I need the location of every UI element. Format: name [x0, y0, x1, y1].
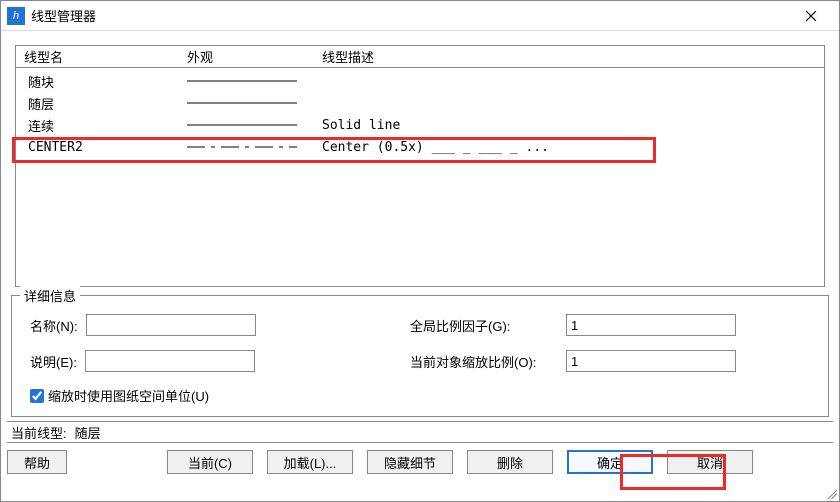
row-appearance [187, 98, 322, 108]
app-icon: h [7, 7, 25, 25]
hide-detail-button[interactable]: 隐藏细节 [367, 450, 453, 474]
details-group: 详细信息 名称(N): 全局比例因子(G): 说明(E): 当前对象缩放比例(O… [11, 295, 829, 417]
list-row[interactable]: 随层 [16, 92, 824, 114]
load-button[interactable]: 加载(L)... [267, 450, 353, 474]
global-scale-field[interactable] [566, 314, 736, 336]
row-appearance [187, 120, 322, 130]
close-button[interactable] [791, 2, 831, 30]
list-body: 随块 随层 连续 Solid line CENTER2 [16, 68, 824, 158]
close-icon [805, 10, 817, 22]
delete-button[interactable]: 删除 [467, 450, 553, 474]
header-desc[interactable]: 线型描述 [322, 47, 818, 66]
current-linetype-label: 当前线型: [11, 423, 67, 442]
use-paper-units-label: 缩放时使用图纸空间单位(U) [48, 386, 209, 405]
name-field[interactable] [86, 314, 256, 336]
global-scale-label: 全局比例因子(G): [410, 316, 558, 335]
ok-button[interactable]: 确定 [567, 450, 653, 474]
window-title: 线型管理器 [31, 6, 791, 25]
current-button[interactable]: 当前(C) [167, 450, 253, 474]
use-paper-units-checkbox[interactable] [30, 389, 44, 403]
desc-label: 说明(E): [30, 352, 77, 371]
resize-grip[interactable] [825, 487, 837, 499]
cancel-button[interactable]: 取消 [667, 450, 753, 474]
row-name: 连续 [22, 116, 187, 135]
list-row[interactable]: 连续 Solid line [16, 114, 824, 136]
row-desc: Center (0.5x) ___ _ ___ _ ... [322, 140, 818, 155]
row-desc: Solid line [322, 118, 818, 133]
button-bar: 帮助 当前(C) 加载(L)... 隐藏细节 删除 确定 取消 [7, 447, 833, 477]
titlebar: h 线型管理器 [1, 1, 839, 31]
row-name: 随层 [22, 94, 187, 113]
list-row[interactable]: 随块 [16, 70, 824, 92]
current-scale-field[interactable] [566, 350, 736, 372]
desc-field[interactable] [85, 350, 255, 372]
help-button[interactable]: 帮助 [7, 450, 67, 474]
row-appearance [187, 142, 322, 152]
list-row[interactable]: CENTER2 Center (0.5x) ___ _ ___ _ ... [16, 136, 824, 158]
name-label: 名称(N): [30, 316, 78, 335]
details-legend: 详细信息 [20, 286, 80, 305]
row-appearance [187, 76, 322, 86]
header-name[interactable]: 线型名 [22, 47, 187, 66]
list-header: 线型名 外观 线型描述 [16, 46, 824, 68]
current-scale-label: 当前对象缩放比例(O): [410, 352, 558, 371]
current-linetype-row: 当前线型: 随层 [7, 421, 833, 443]
row-name: 随块 [22, 72, 187, 91]
header-appearance[interactable]: 外观 [187, 47, 322, 66]
current-linetype-value: 随层 [75, 423, 101, 442]
row-name: CENTER2 [22, 140, 187, 155]
linetype-list[interactable]: 线型名 外观 线型描述 随块 随层 连续 Solid line CENTER [15, 45, 825, 287]
